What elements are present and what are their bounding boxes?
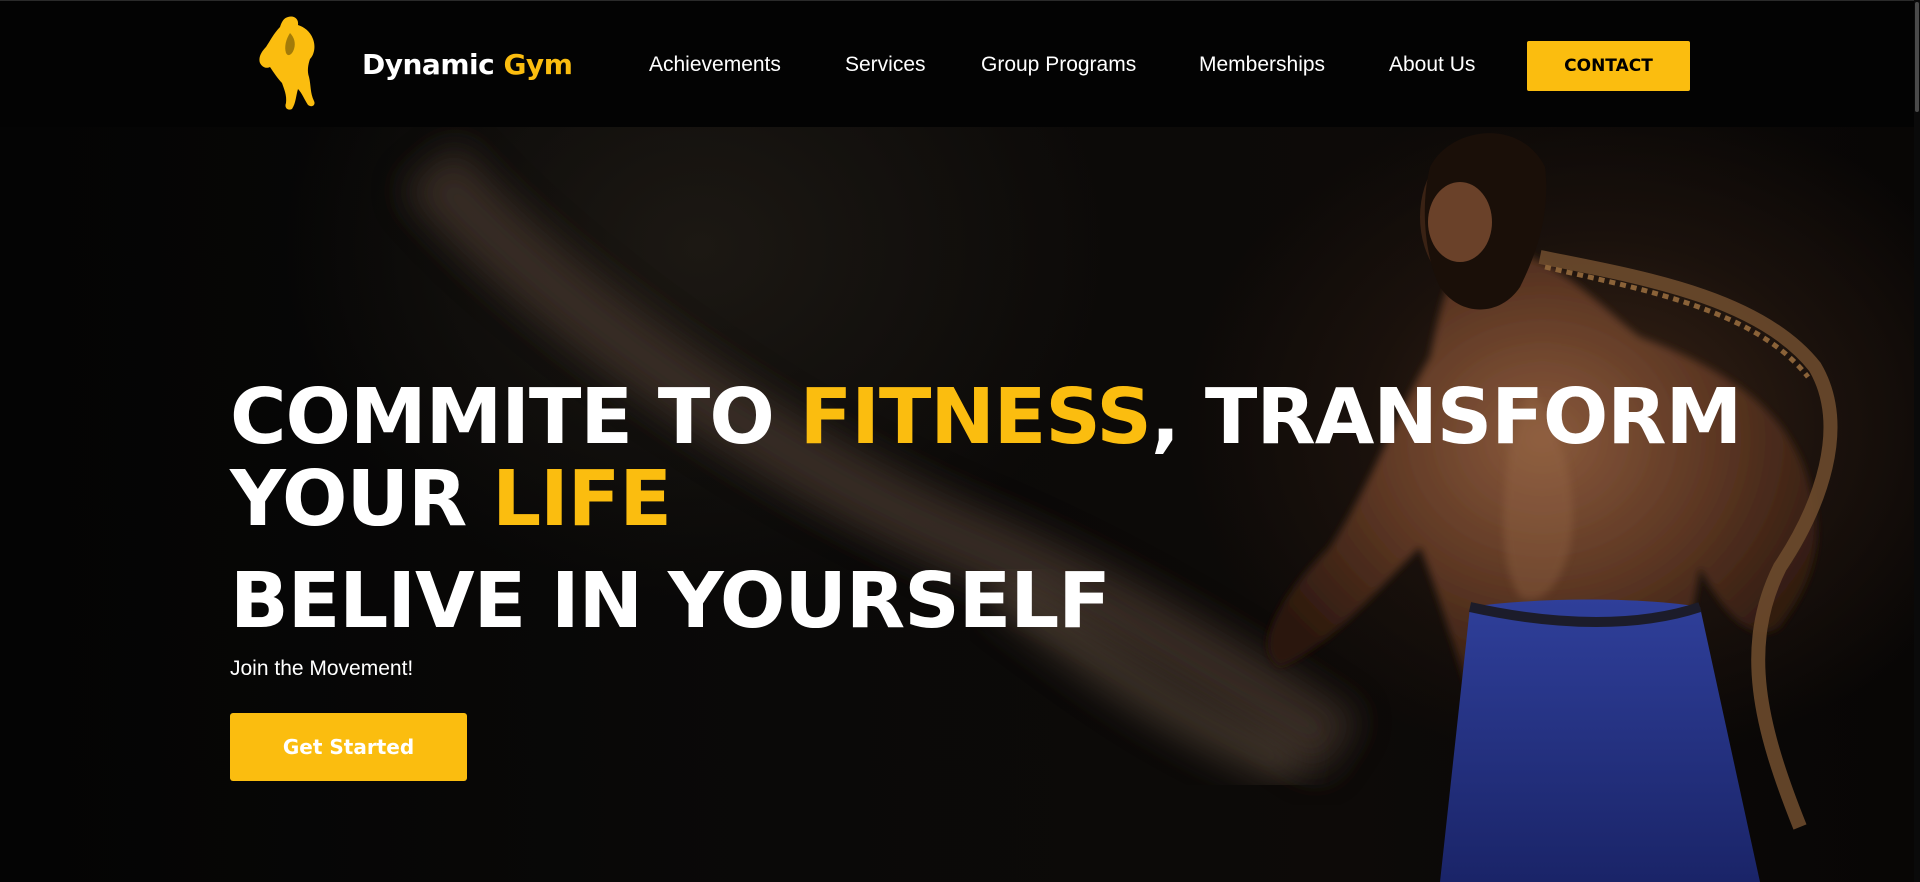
top-navbar: Dynamic Gym Achievements Services Group … — [0, 0, 1920, 127]
get-started-button[interactable]: Get Started — [230, 713, 467, 781]
nav-item-achievements[interactable]: Achievements — [649, 51, 781, 79]
brand-name-accent: Gym — [503, 48, 573, 81]
headline-accent-fitness: FITNESS — [799, 373, 1152, 462]
bodybuilder-logo-icon[interactable] — [252, 13, 324, 113]
page-scrollbar-thumb[interactable] — [1915, 2, 1919, 112]
headline-text-3: YOUR — [230, 455, 493, 544]
contact-button[interactable]: CONTACT — [1527, 41, 1690, 91]
brand-name-primary: Dynamic — [362, 48, 495, 81]
nav-item-about-us[interactable]: About Us — [1389, 51, 1475, 79]
brand-name[interactable]: Dynamic Gym — [362, 47, 573, 83]
hero-section: COMMITE TO FITNESS, TRANSFORM YOUR LIFE … — [0, 127, 1920, 882]
page-scrollbar[interactable] — [1914, 0, 1920, 882]
nav-item-services[interactable]: Services — [845, 51, 926, 79]
hero-headline: COMMITE TO FITNESS, TRANSFORM YOUR LIFE — [230, 377, 1742, 544]
headline-text-1: COMMITE TO — [230, 373, 800, 462]
hero-tagline: Join the Movement! — [230, 657, 414, 680]
headline-text-2: , TRANSFORM — [1150, 373, 1742, 462]
nav-item-memberships[interactable]: Memberships — [1199, 51, 1325, 79]
nav-item-group-programs[interactable]: Group Programs — [981, 51, 1136, 79]
hero-subheadline: BELIVE IN YOURSELF — [230, 557, 1111, 646]
headline-accent-life: LIFE — [492, 455, 672, 544]
